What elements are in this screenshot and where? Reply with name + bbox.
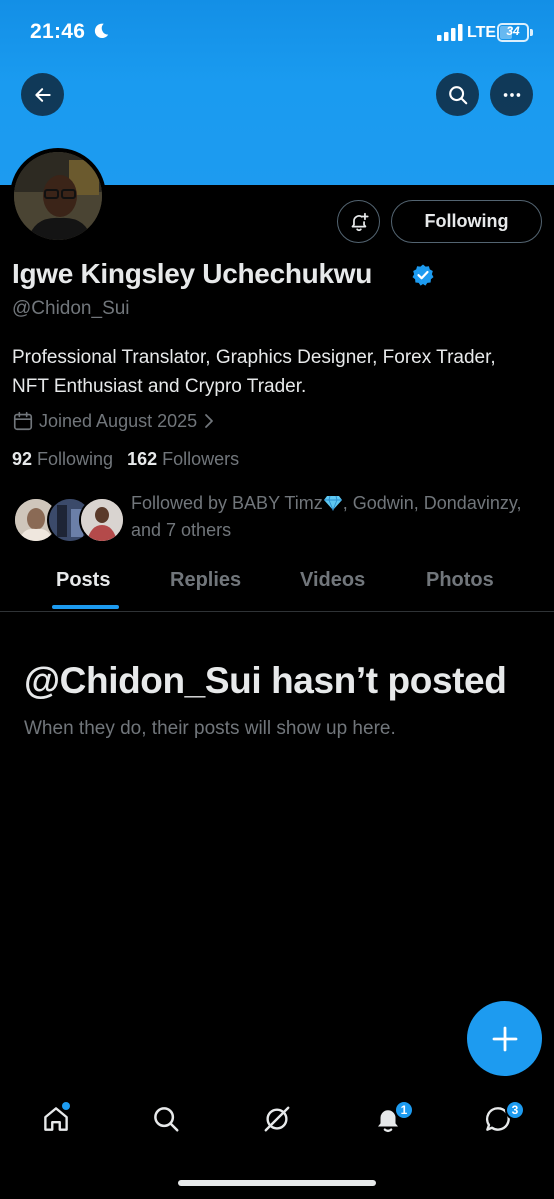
messages-badge: 3 bbox=[505, 1100, 525, 1120]
following-button[interactable]: Following bbox=[391, 200, 542, 243]
follow-counts: 92 Following 162 Followers bbox=[12, 449, 253, 470]
joined-date-row[interactable]: Joined August 2025 bbox=[12, 409, 220, 433]
battery-cap bbox=[530, 29, 533, 36]
grok-icon bbox=[264, 1106, 290, 1132]
diamond-emoji-icon bbox=[323, 495, 342, 511]
home-unread-dot bbox=[62, 1102, 70, 1110]
more-icon bbox=[503, 92, 520, 97]
following-count-link[interactable]: 92 Following bbox=[12, 449, 113, 470]
following-label: Following bbox=[37, 449, 114, 469]
display-name: Igwe Kingsley Uchechukwu bbox=[12, 258, 372, 289]
network-label: LTE bbox=[467, 24, 497, 41]
followed-by-text[interactable]: Followed by BABY Timz, Godwin, Dondavinz… bbox=[131, 490, 531, 544]
verified-badge-icon bbox=[412, 264, 434, 286]
tab-photos[interactable]: Photos bbox=[426, 569, 494, 592]
followers-count-link[interactable]: 162 Followers bbox=[127, 449, 239, 470]
plus-icon bbox=[492, 1026, 517, 1051]
profile-avatar[interactable] bbox=[10, 148, 106, 244]
nav-home[interactable] bbox=[36, 1099, 76, 1139]
followed-by-prefix: Followed by BABY Timz bbox=[131, 493, 323, 513]
profile-handle: @Chidon_Sui bbox=[12, 298, 130, 319]
empty-state-subtitle: When they do, their posts will show up h… bbox=[24, 718, 396, 739]
bell-plus-icon bbox=[351, 212, 369, 231]
status-time: 21:46 bbox=[30, 20, 86, 43]
moon-icon bbox=[94, 23, 109, 39]
profile-bio: Professional Translator, Graphics Design… bbox=[12, 347, 496, 397]
following-count: 92 bbox=[12, 449, 33, 469]
nav-search[interactable] bbox=[146, 1099, 186, 1139]
followers-label: Followers bbox=[162, 449, 240, 469]
notifications-badge: 1 bbox=[394, 1100, 414, 1120]
joined-date: Joined August 2025 bbox=[39, 410, 198, 431]
signal-icon bbox=[437, 24, 463, 41]
search-button[interactable] bbox=[436, 73, 479, 116]
more-button[interactable] bbox=[490, 73, 533, 116]
tab-videos[interactable]: Videos bbox=[300, 569, 365, 592]
battery-icon: 34 bbox=[497, 23, 529, 42]
followers-count: 162 bbox=[127, 449, 158, 469]
back-arrow-icon bbox=[34, 87, 51, 102]
calendar-icon bbox=[13, 411, 33, 431]
status-bar: 21:46 LTE 34 bbox=[0, 0, 554, 66]
search-icon bbox=[448, 85, 467, 104]
compose-post-button[interactable] bbox=[467, 1001, 542, 1076]
tab-replies[interactable]: Replies bbox=[170, 569, 241, 592]
search-icon bbox=[154, 1107, 179, 1132]
battery-level: 34 bbox=[506, 24, 520, 38]
home-indicator-bar bbox=[178, 1180, 376, 1186]
notifications-toggle-button[interactable] bbox=[337, 200, 380, 243]
tab-posts[interactable]: Posts bbox=[56, 569, 110, 592]
profile-tabs: Posts Replies Videos Photos bbox=[0, 555, 554, 612]
empty-state-title: @Chidon_Sui hasn’t posted bbox=[24, 660, 507, 701]
mutual-followers-avatars[interactable] bbox=[13, 497, 125, 543]
chevron-right-icon bbox=[205, 414, 214, 428]
back-button[interactable] bbox=[21, 73, 64, 116]
nav-grok[interactable] bbox=[257, 1099, 297, 1139]
mutual-avatar bbox=[79, 497, 125, 543]
active-tab-indicator bbox=[52, 605, 119, 609]
